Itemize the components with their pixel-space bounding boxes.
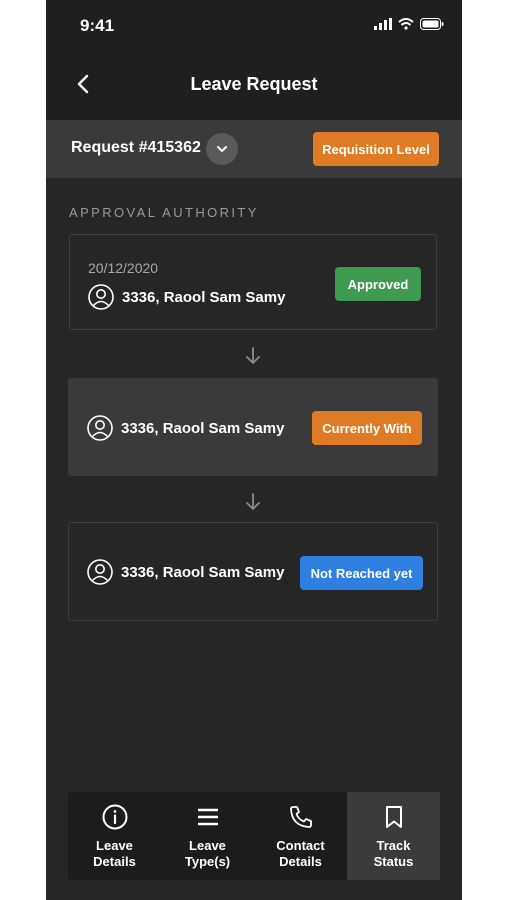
- approval-card-pending: 3336, Raool Sam Samy Not Reached yet: [68, 522, 438, 621]
- approval-date: 20/12/2020: [88, 260, 159, 276]
- approver: 3336, Raool Sam Samy: [88, 284, 285, 310]
- menu-icon: [197, 808, 218, 826]
- arrow-down-icon: [246, 493, 260, 510]
- user-icon: [87, 415, 113, 441]
- approver: 3336, Raool Sam Samy: [87, 415, 284, 441]
- status-icons: [374, 18, 444, 30]
- user-icon: [88, 284, 114, 310]
- wifi-icon: [398, 18, 414, 30]
- approval-card-approved: 20/12/2020 3336, Raool Sam Samy Approved: [69, 234, 437, 330]
- approver-name: 3336, Raool Sam Samy: [122, 288, 286, 306]
- tab-label: Leave Details: [93, 838, 136, 869]
- approver: 3336, Raool Sam Samy: [87, 559, 284, 585]
- tab-contact-details[interactable]: Contact Details: [254, 792, 347, 880]
- request-bar: Request #415362 Requisition Level: [46, 120, 462, 178]
- tab-label: Leave Type(s): [184, 838, 231, 869]
- arrow-down-icon: [246, 347, 260, 364]
- page-title: Leave Request: [190, 74, 318, 94]
- section-label: APPROVAL AUTHORITY: [69, 205, 259, 220]
- tab-label: Track Status: [373, 838, 414, 869]
- nav-bar: Leave Request: [46, 50, 462, 120]
- tab-leave-types[interactable]: Leave Type(s): [161, 792, 254, 880]
- chevron-down-icon: [217, 146, 227, 152]
- signal-icon: [374, 18, 392, 30]
- requisition-level-badge: Requisition Level: [313, 132, 439, 166]
- user-icon: [87, 559, 113, 585]
- status-time: 9:41: [80, 16, 115, 35]
- tab-label: Contact Details: [276, 838, 325, 869]
- tab-track-status[interactable]: Track Status: [347, 792, 440, 880]
- request-dropdown-button[interactable]: [206, 133, 238, 165]
- request-title: Request #415362: [71, 139, 201, 156]
- approver-name: 3336, Raool Sam Samy: [121, 419, 285, 437]
- status-badge-approved: Approved: [335, 267, 421, 301]
- status-bar: 9:41: [46, 0, 462, 50]
- bottom-tab-bar: Leave Details Leave Type(s) Contact Deta…: [68, 792, 440, 880]
- bookmark-icon: [385, 806, 402, 828]
- tab-leave-details[interactable]: Leave Details: [68, 792, 161, 880]
- battery-icon: [420, 18, 444, 30]
- info-icon: [102, 804, 127, 830]
- status-badge-not-reached: Not Reached yet: [300, 556, 423, 590]
- status-badge-current: Currently With: [312, 411, 422, 445]
- phone-icon: [289, 806, 312, 828]
- approver-name: 3336, Raool Sam Samy: [121, 563, 285, 581]
- approval-card-current: 3336, Raool Sam Samy Currently With: [68, 378, 438, 476]
- phone-screen: 9:41 Leave Request Request #415362 Requi…: [46, 0, 462, 900]
